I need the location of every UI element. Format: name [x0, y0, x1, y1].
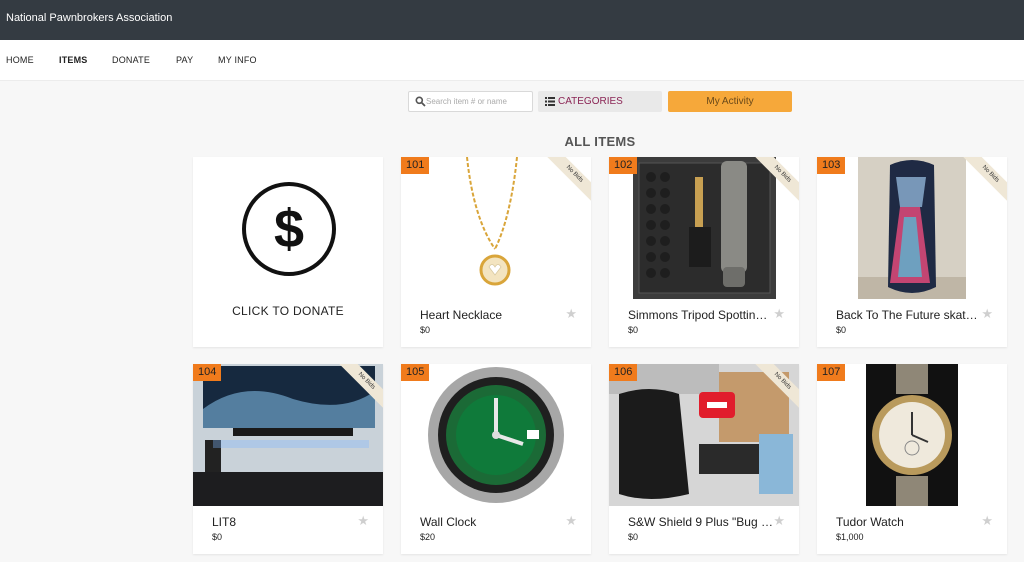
favorite-star-icon[interactable]: ★	[773, 306, 785, 322]
donate-label: CLICK TO DONATE	[232, 304, 344, 318]
lot-number: 102	[609, 157, 638, 174]
item-price: $0	[628, 532, 639, 542]
lot-number: 101	[401, 157, 430, 174]
no-bids-ribbon: No Bids	[547, 157, 591, 201]
favorite-star-icon[interactable]: ★	[565, 513, 577, 529]
item-name: Heart Necklace	[420, 308, 503, 322]
search-input[interactable]	[426, 94, 530, 109]
item-name: Tudor Watch	[836, 515, 904, 529]
item-card[interactable]: 105 Wall Clock $20 ★	[401, 364, 591, 554]
item-photo	[858, 157, 966, 299]
my-activity-button[interactable]: My Activity	[668, 91, 792, 112]
favorite-star-icon[interactable]: ★	[357, 513, 369, 529]
no-bids-ribbon: No Bids	[755, 364, 799, 408]
item-card[interactable]: 107 Tudor Watch $1,000 ★	[817, 364, 1007, 554]
item-price: $0	[420, 325, 431, 335]
item-name: LIT8	[212, 515, 237, 529]
item-card[interactable]: 104 No Bids LIT8 $0 ★	[193, 364, 383, 554]
item-price: $0	[212, 532, 223, 542]
item-card[interactable]: 106 No Bids S&W Shield 9 Plus "Bug Out B…	[609, 364, 799, 554]
item-photo	[401, 364, 591, 506]
lot-number: 106	[609, 364, 638, 381]
nav-home[interactable]: HOME	[6, 55, 34, 65]
item-price: $0	[836, 325, 847, 335]
favorite-star-icon[interactable]: ★	[981, 306, 993, 322]
favorite-star-icon[interactable]: ★	[981, 513, 993, 529]
categories-label: CATEGORIES	[558, 96, 623, 107]
donate-card[interactable]: $ CLICK TO DONATE	[193, 157, 383, 347]
lot-number: 103	[817, 157, 846, 174]
item-card[interactable]: 101 No Bids Heart Necklace $0 ★	[401, 157, 591, 347]
my-activity-label: My Activity	[706, 96, 754, 107]
item-card[interactable]: 102 No Bids Simmons Tripod Spotting Scop…	[609, 157, 799, 347]
section-title: ALL ITEMS	[564, 134, 636, 149]
item-name: Simmons Tripod Spotting Scope	[628, 308, 773, 322]
nav-donate[interactable]: DONATE	[112, 55, 150, 65]
no-bids-ribbon: No Bids	[339, 364, 383, 408]
lot-number: 104	[193, 364, 222, 381]
nav-items[interactable]: ITEMS	[59, 55, 88, 65]
categories-button[interactable]: CATEGORIES	[538, 91, 662, 112]
lot-number: 107	[817, 364, 846, 381]
dollar-circle-icon: $	[242, 182, 336, 276]
svg-text:$: $	[274, 199, 304, 259]
favorite-star-icon[interactable]: ★	[773, 513, 785, 529]
list-icon	[545, 97, 555, 106]
item-name: S&W Shield 9 Plus "Bug Out Bag"	[628, 515, 773, 529]
nav-pay[interactable]: PAY	[176, 55, 193, 65]
search-icon	[415, 96, 426, 107]
main-nav: HOME ITEMS DONATE PAY MY INFO	[0, 40, 1024, 81]
no-bids-ribbon: No Bids	[755, 157, 799, 201]
item-photo	[866, 364, 958, 506]
item-card[interactable]: 103 No Bids Back To The Future skateboar…	[817, 157, 1007, 347]
item-name: Wall Clock	[420, 515, 477, 529]
item-name: Back To The Future skateboard	[836, 308, 981, 322]
site-brand[interactable]: National Pawnbrokers Association	[6, 12, 172, 24]
nav-my-info[interactable]: MY INFO	[218, 55, 257, 65]
item-price: $1,000	[836, 532, 864, 542]
lot-number: 105	[401, 364, 430, 381]
search-box	[408, 91, 533, 112]
favorite-star-icon[interactable]: ★	[565, 306, 577, 322]
top-bar: National Pawnbrokers Association	[0, 0, 1024, 40]
item-price: $0	[628, 325, 639, 335]
no-bids-ribbon: No Bids	[963, 157, 1007, 201]
item-price: $20	[420, 532, 436, 542]
